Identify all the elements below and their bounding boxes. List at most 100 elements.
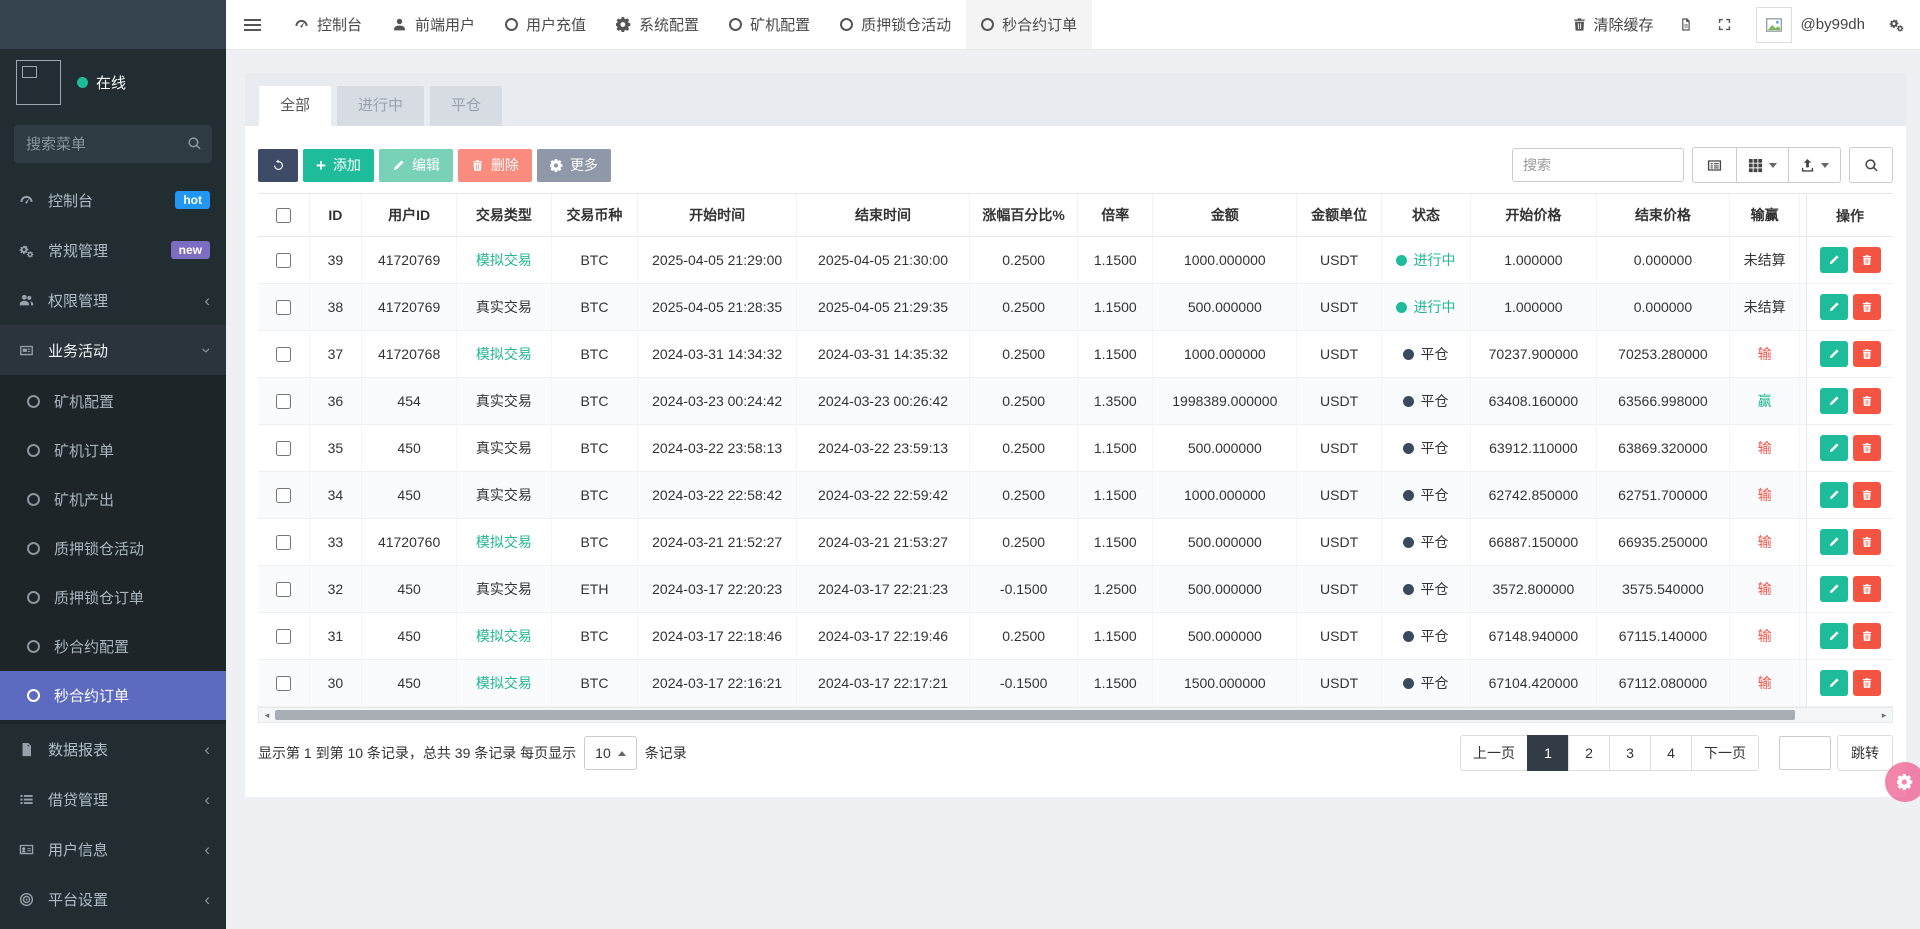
status-dot-icon	[1403, 584, 1414, 595]
sidebar-item[interactable]: 控制台hot	[0, 175, 226, 225]
row-checkbox[interactable]	[276, 488, 291, 503]
sidebar-item[interactable]: 用户信息‹	[0, 824, 226, 874]
cell-unit: USDT	[1296, 613, 1380, 660]
row-edit-button[interactable]	[1820, 247, 1848, 273]
row-checkbox[interactable]	[276, 394, 291, 409]
fullscreen-button[interactable]	[1717, 17, 1732, 32]
tab-running[interactable]: 进行中	[337, 86, 424, 126]
edit-button[interactable]: 编辑	[379, 149, 453, 182]
scroll-right-arrow[interactable]: ▸	[1876, 708, 1892, 722]
page-button[interactable]: 4	[1650, 735, 1692, 771]
cell-uid: 41720760	[361, 519, 456, 566]
sidebar-subitem[interactable]: 矿机订单	[0, 426, 226, 475]
sidebar-subitem[interactable]: 质押锁仓活动	[0, 524, 226, 573]
add-button[interactable]: + 添加	[303, 149, 374, 182]
page-button[interactable]: 2	[1568, 735, 1610, 771]
settings-button[interactable]	[1889, 17, 1904, 32]
sidebar-subitem[interactable]: 秒合约配置	[0, 622, 226, 671]
row-edit-button[interactable]	[1820, 435, 1848, 461]
row-delete-button[interactable]	[1853, 341, 1881, 367]
row-delete-button[interactable]	[1853, 435, 1881, 461]
row-delete-button[interactable]	[1853, 388, 1881, 414]
row-delete-button[interactable]	[1853, 482, 1881, 508]
row-delete-button[interactable]	[1853, 529, 1881, 555]
page-button[interactable]: 1	[1527, 735, 1569, 771]
cell-close: 66935.250000	[1596, 519, 1730, 566]
row-checkbox[interactable]	[276, 347, 291, 362]
next-page-button[interactable]: 下一页	[1691, 735, 1759, 771]
row-select-cell	[258, 660, 309, 707]
topnav-item[interactable]: 系统配置	[601, 0, 714, 49]
document-icon	[1678, 17, 1693, 32]
more-button[interactable]: 更多	[537, 149, 611, 182]
sidebar-subitem[interactable]: 秒合约订单	[0, 671, 226, 720]
delete-button[interactable]: 删除	[458, 149, 532, 182]
tab-closed[interactable]: 平仓	[430, 86, 502, 126]
search-button[interactable]	[1849, 147, 1893, 183]
avatar[interactable]	[16, 60, 61, 105]
row-edit-button[interactable]	[1820, 388, 1848, 414]
scroll-left-arrow[interactable]: ◂	[259, 708, 275, 722]
row-delete-button[interactable]	[1853, 670, 1881, 696]
row-edit-button[interactable]	[1820, 529, 1848, 555]
row-edit-button[interactable]	[1820, 482, 1848, 508]
sidebar-subitem[interactable]: 矿机产出	[0, 475, 226, 524]
row-checkbox[interactable]	[276, 253, 291, 268]
cell-coin: ETH	[551, 566, 637, 613]
row-checkbox[interactable]	[276, 300, 291, 315]
column-header: 状态	[1381, 193, 1471, 237]
sidebar-item[interactable]: 常规管理new	[0, 225, 226, 275]
row-checkbox[interactable]	[276, 441, 291, 456]
row-delete-button[interactable]	[1853, 247, 1881, 273]
page-button[interactable]: 3	[1609, 735, 1651, 771]
row-delete-button[interactable]	[1853, 623, 1881, 649]
page-jump-button[interactable]: 跳转	[1837, 735, 1893, 771]
row-edit-button[interactable]	[1820, 341, 1848, 367]
sidebar-item[interactable]: 数据报表‹	[0, 724, 226, 774]
row-edit-button[interactable]	[1820, 670, 1848, 696]
row-checkbox[interactable]	[276, 629, 291, 644]
row-edit-button[interactable]	[1820, 294, 1848, 320]
page-jump-input[interactable]	[1779, 736, 1831, 770]
cell-unit: USDT	[1296, 284, 1380, 331]
sidebar-subitem[interactable]: 矿机配置	[0, 377, 226, 426]
row-select-cell	[258, 519, 309, 566]
sidebar-subitem[interactable]: 质押锁仓订单	[0, 573, 226, 622]
topnav-item[interactable]: 前端用户	[377, 0, 490, 49]
cell-close: 63566.998000	[1596, 378, 1730, 425]
topnav-item[interactable]: 秒合约订单	[966, 0, 1092, 49]
document-button[interactable]	[1678, 17, 1693, 32]
select-all-checkbox[interactable]	[276, 208, 291, 223]
prev-page-button[interactable]: 上一页	[1460, 735, 1528, 771]
topnav-item[interactable]: 矿机配置	[714, 0, 825, 49]
status-dot-icon	[1403, 349, 1414, 360]
row-edit-button[interactable]	[1820, 623, 1848, 649]
page-size-dropdown[interactable]: 10	[584, 736, 637, 770]
sidebar-item[interactable]: 平台设置‹	[0, 874, 226, 924]
user-menu[interactable]: @by99dh	[1756, 7, 1865, 43]
topnav-item[interactable]: 用户充值	[490, 0, 601, 49]
columns-button[interactable]	[1737, 147, 1789, 183]
records-summary-suffix: 条记录	[645, 743, 687, 763]
sidebar-item[interactable]: 业务活动›	[0, 325, 226, 375]
row-checkbox[interactable]	[276, 582, 291, 597]
row-checkbox[interactable]	[276, 535, 291, 550]
floating-theme-button[interactable]	[1885, 762, 1920, 802]
row-edit-button[interactable]	[1820, 576, 1848, 602]
topnav-item[interactable]: 控制台	[279, 0, 377, 49]
topnav-item[interactable]: 质押锁仓活动	[825, 0, 966, 49]
sidebar-item[interactable]: 权限管理‹	[0, 275, 226, 325]
refresh-button[interactable]	[258, 149, 298, 182]
tab-all[interactable]: 全部	[259, 86, 331, 126]
row-delete-button[interactable]	[1853, 576, 1881, 602]
detail-view-button[interactable]	[1692, 147, 1737, 183]
sidebar-toggle-button[interactable]	[226, 0, 279, 49]
row-delete-button[interactable]	[1853, 294, 1881, 320]
sidebar-search-input[interactable]	[14, 125, 212, 163]
sidebar-item[interactable]: 借贷管理‹	[0, 774, 226, 824]
table-search-input[interactable]	[1512, 148, 1684, 182]
clear-cache-button[interactable]: 清除缓存	[1572, 14, 1654, 35]
export-button[interactable]	[1789, 147, 1841, 183]
row-checkbox[interactable]	[276, 676, 291, 691]
scrollbar-thumb[interactable]	[275, 710, 1795, 720]
